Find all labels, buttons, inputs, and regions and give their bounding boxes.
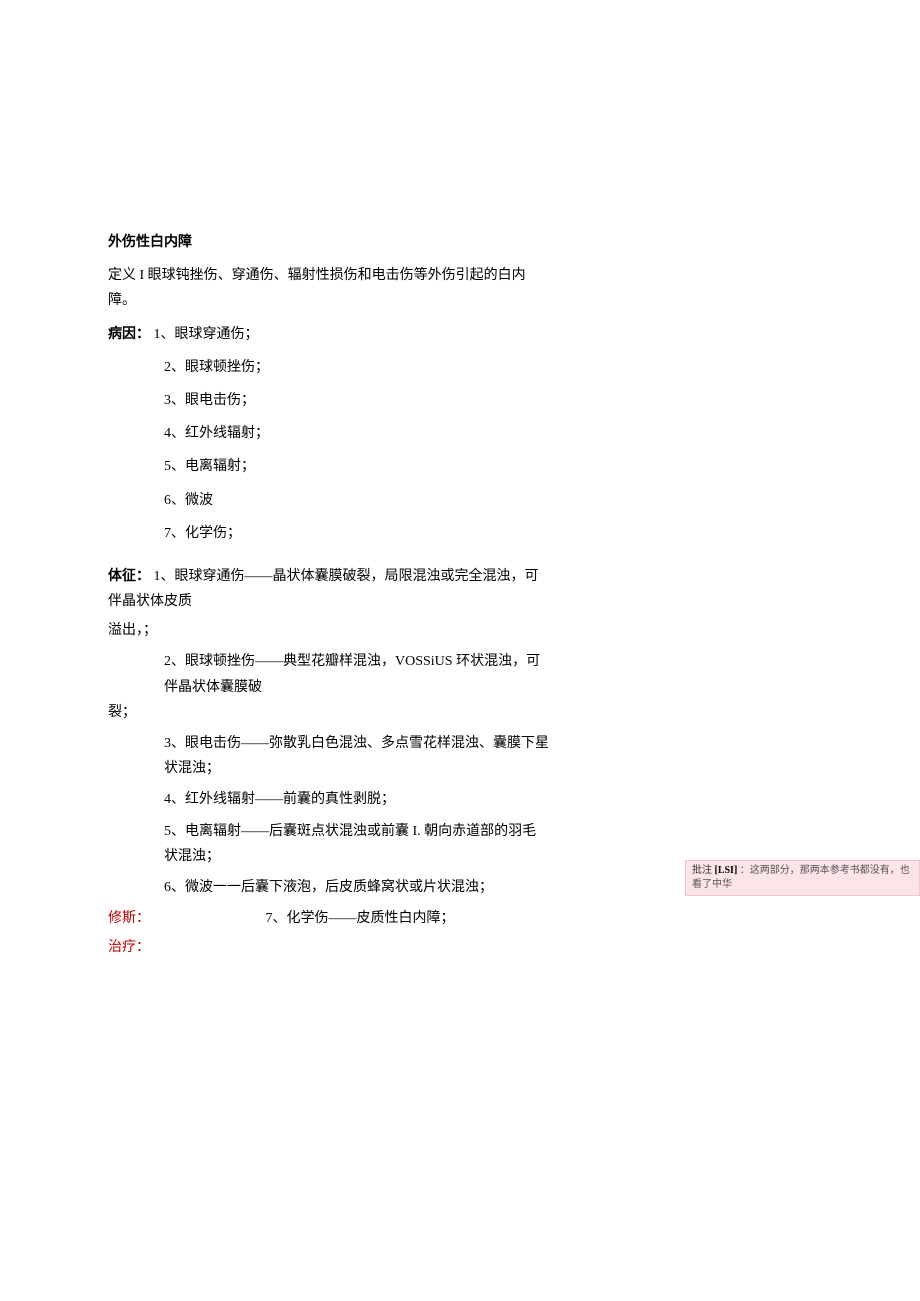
cause-item-3: 3、眼电击伤； [108, 388, 550, 413]
causes-label: 病因： [108, 327, 150, 342]
sign-item-2-line1: 2、眼球顿挫伤——典型花瓣样混浊，VOSSiUS 环状混浊，可伴晶状体囊膜破 [108, 649, 550, 699]
comment-prefix: 批注 [692, 865, 712, 876]
cause-item-7: 7、化学伤； [108, 521, 550, 546]
zhiliao-label: 治疗： [108, 935, 550, 960]
cause-item-6: 6、微波 [108, 488, 550, 513]
sign-item-3: 3、眼电击伤——弥散乳白色混浊、多点雪花样混浊、囊膜下星状混浊； [108, 731, 550, 781]
sign-item-2-line2: 裂； [108, 700, 550, 725]
cause-item-2: 2、眼球顿挫伤； [108, 355, 550, 380]
signs-label: 体征： [108, 569, 150, 584]
comment-colon: ： [740, 865, 750, 876]
cause-item-1: 1、眼球穿通伤； [154, 327, 259, 342]
sign-item-5: 5、电离辐射——后囊斑点状混浊或前囊 I. 朝向赤道部的羽毛状混浊； [108, 819, 550, 869]
sign-item-4: 4、红外线辐射——前囊的真性剥脱； [108, 787, 550, 812]
comment-annotation: 批注 [LSI] ：这两部分，那两本参考书都没有，也看了中华 [685, 860, 920, 896]
document-title: 外伤性白内障 [108, 230, 550, 255]
sign-item-1-line1: 1、眼球穿通伤——晶状体囊膜破裂，局限混浊或完全混浊，可伴晶状体皮质 [108, 569, 539, 609]
comment-tag: [LSI] [712, 865, 740, 876]
definition-text: 定义 I 眼球钝挫伤、穿通伤、辐射性损伤和电击伤等外伤引起的白内障。 [108, 263, 550, 313]
signs-section: 体征： 1、眼球穿通伤——晶状体囊膜破裂，局限混浊或完全混浊，可伴晶状体皮质 溢… [108, 564, 550, 961]
sign-item-6: 6、微波一一后囊下液泡，后皮质蜂窝状或片状混浊； [108, 875, 550, 900]
xiusi-label: 修斯： [108, 906, 150, 931]
cause-item-5: 5、电离辐射； [108, 454, 550, 479]
cause-item-4: 4、红外线辐射； [108, 421, 550, 446]
sign-item-1-line2: 溢出，； [108, 618, 550, 643]
sign-item-7: 7、化学伤——皮质性白内障； [154, 906, 455, 931]
causes-section: 病因： 1、眼球穿通伤； 2、眼球顿挫伤； 3、眼电击伤； 4、红外线辐射； 5… [108, 322, 550, 546]
